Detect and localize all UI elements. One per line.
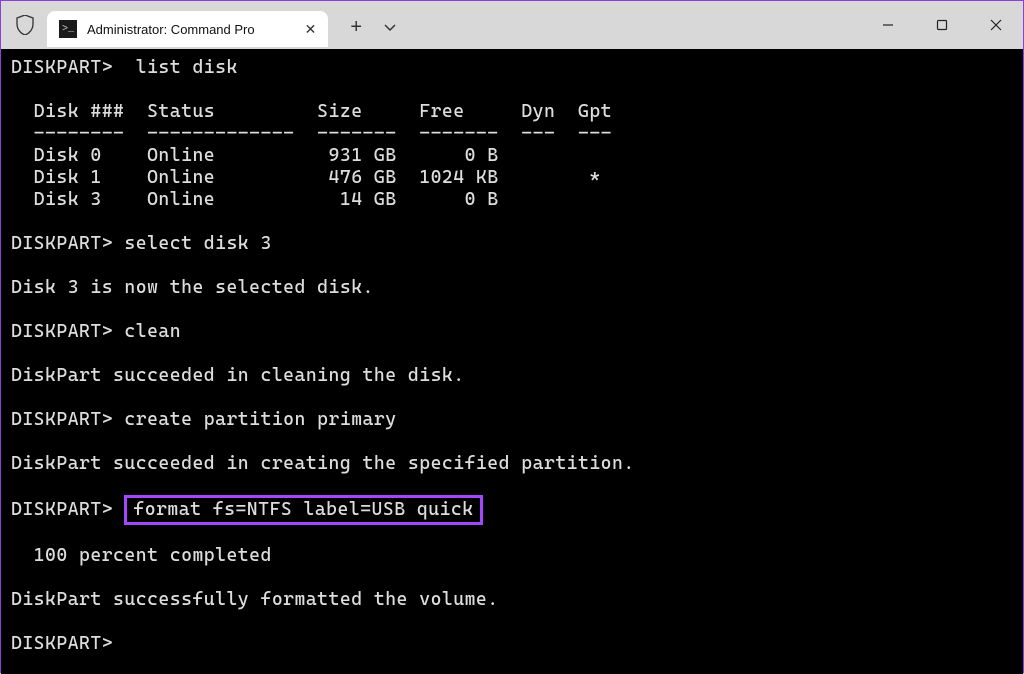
terminal-line: DISKPART> list disk	[11, 57, 1013, 79]
terminal-area[interactable]: DISKPART> list disk Disk ### Status Size…	[1, 49, 1023, 674]
terminal-line: DISKPART> create partition primary	[11, 409, 1013, 431]
terminal-line	[11, 611, 1013, 633]
terminal-line: DiskPart succeeded in creating the speci…	[11, 453, 1013, 475]
terminal-line: DiskPart succeeded in cleaning the disk.	[11, 365, 1013, 387]
terminal-line	[11, 431, 1013, 453]
new-tab-button[interactable]: +	[350, 16, 362, 39]
terminal-line	[11, 255, 1013, 277]
tab-title: Administrator: Command Pro	[87, 22, 255, 37]
titlebar: >_ Administrator: Command Pro ✕ +	[1, 1, 1023, 49]
terminal-line	[11, 299, 1013, 321]
terminal-line: -------- ------------- ------- ------- -…	[11, 123, 1013, 145]
minimize-button[interactable]	[861, 1, 915, 49]
terminal-line	[11, 523, 1013, 545]
window-controls	[861, 1, 1023, 49]
close-tab-icon[interactable]: ✕	[305, 21, 317, 38]
terminal-line: DiskPart successfully formatted the volu…	[11, 589, 1013, 611]
terminal-line: 100 percent completed	[11, 545, 1013, 567]
terminal-line: Disk 0 Online 931 GB 0 B	[11, 145, 1013, 167]
terminal-line: DISKPART> format fs=NTFS label=USB quick	[11, 497, 1013, 523]
close-window-button[interactable]	[969, 1, 1023, 49]
tab-active[interactable]: >_ Administrator: Command Pro ✕	[47, 11, 328, 47]
maximize-button[interactable]	[915, 1, 969, 49]
terminal-icon: >_	[59, 20, 77, 38]
shield-icon	[15, 15, 35, 35]
terminal-line	[11, 567, 1013, 589]
terminal-line	[11, 387, 1013, 409]
terminal-line: DISKPART> clean	[11, 321, 1013, 343]
terminal-line	[11, 211, 1013, 233]
tab-dropdown-icon[interactable]	[384, 21, 396, 35]
terminal-line: DISKPART> select disk 3	[11, 233, 1013, 255]
terminal-line: Disk 3 Online 14 GB 0 B	[11, 189, 1013, 211]
terminal-line: Disk 1 Online 476 GB 1024 KB *	[11, 167, 1013, 189]
terminal-line	[11, 343, 1013, 365]
terminal-line	[11, 475, 1013, 497]
terminal-line: Disk ### Status Size Free Dyn Gpt	[11, 101, 1013, 123]
terminal-line: DISKPART>	[11, 633, 1013, 655]
terminal-line	[11, 79, 1013, 101]
highlighted-command: format fs=NTFS label=USB quick	[124, 495, 482, 525]
terminal-line: Disk 3 is now the selected disk.	[11, 277, 1013, 299]
